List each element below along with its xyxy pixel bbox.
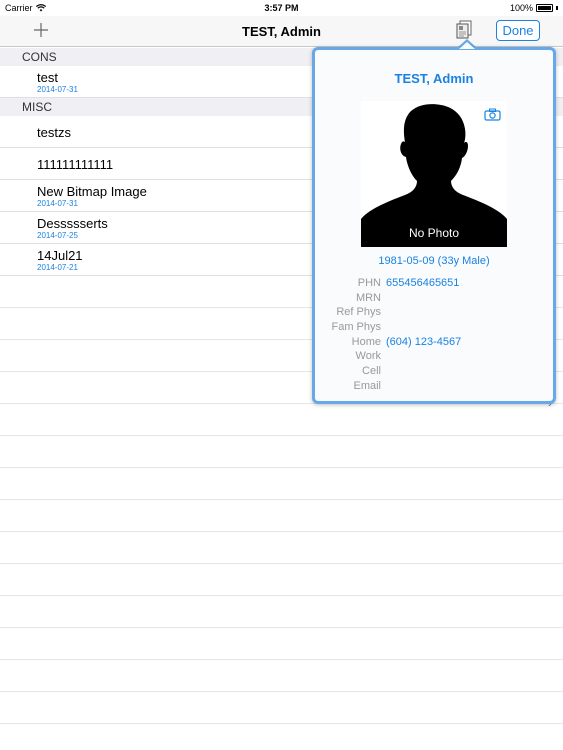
patient-popover: TEST, Admin No Photo 1981-05-09 (33y Mal…	[312, 47, 556, 404]
empty-row	[0, 532, 563, 564]
field-label: PHN	[357, 277, 381, 289]
field-email: Email	[315, 380, 553, 395]
field-label: Home	[351, 335, 381, 348]
field-ref-phys: Ref Phys	[315, 306, 553, 321]
empty-row	[0, 436, 563, 468]
field-label: Email	[353, 379, 381, 392]
empty-row	[0, 660, 563, 692]
empty-row	[0, 564, 563, 596]
battery-tip	[556, 6, 558, 10]
list-item-title: testzs	[37, 125, 71, 140]
field-label: MRN	[355, 291, 381, 304]
field-home: Home (604) 123-4567	[315, 336, 553, 351]
field-mrn: MRN	[315, 292, 553, 307]
empty-row	[0, 500, 563, 532]
field-cell: Cell	[315, 365, 553, 380]
empty-row	[0, 404, 563, 436]
list-item-date: 2014-07-21	[37, 263, 78, 272]
empty-row	[0, 692, 563, 724]
list-item-title: 14Jul21	[37, 248, 83, 263]
list-item-date: 2014-07-31	[37, 199, 78, 208]
navigation-bar: TEST, Admin Done	[0, 16, 563, 47]
patient-photo[interactable]: No Photo	[361, 101, 507, 247]
done-button[interactable]: Done	[496, 20, 540, 41]
field-work: Work	[315, 350, 553, 365]
patient-name: TEST, Admin	[394, 71, 474, 86]
empty-row	[0, 628, 563, 660]
status-bar: Carrier 3:57 PM 100%	[0, 0, 563, 16]
document-icon[interactable]	[455, 20, 475, 40]
battery-icon	[536, 4, 553, 12]
list-item-date: 2014-07-31	[37, 85, 78, 94]
list-item-title: 111111111111	[37, 157, 114, 172]
field-label: Work	[355, 350, 381, 363]
empty-row	[0, 596, 563, 628]
empty-row	[0, 468, 563, 500]
field-label: Cell	[362, 365, 381, 378]
list-item-title: Dessssserts	[37, 216, 108, 231]
status-time: 3:57 PM	[264, 3, 299, 13]
page-title: TEST, Admin	[242, 24, 321, 39]
list-item-title: test	[37, 70, 58, 85]
field-fam-phys: Fam Phys	[315, 321, 553, 336]
list-item-title: New Bitmap Image	[37, 184, 147, 199]
field-label: Fam Phys	[331, 321, 381, 334]
field-value[interactable]: 655456465651	[386, 277, 459, 289]
patient-fields: PHN 655456465651 MRN Ref Phys Fam Phys H…	[315, 277, 553, 395]
field-phn: PHN 655456465651	[315, 277, 553, 292]
popover-arrow-fill	[459, 42, 475, 49]
list-item-date: 2014-07-25	[37, 231, 78, 240]
patient-dob: 1981-05-09 (33y Male)	[378, 255, 490, 267]
field-value[interactable]: (604) 123-4567	[386, 336, 461, 348]
battery-indicator: 100%	[510, 3, 558, 13]
camera-icon[interactable]	[484, 108, 501, 121]
field-label: Ref Phys	[336, 306, 381, 319]
battery-percent: 100%	[509, 3, 533, 13]
no-photo-label: No Photo	[408, 226, 460, 240]
